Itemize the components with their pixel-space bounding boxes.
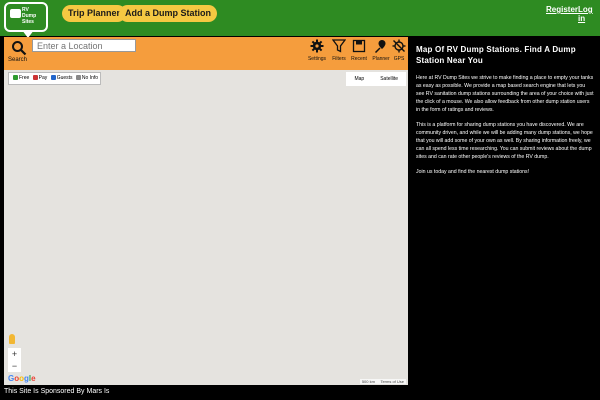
settings-tool[interactable]: Settings: [306, 39, 328, 67]
guests-marker-icon: [50, 75, 56, 81]
search-icon[interactable]: [11, 40, 27, 56]
gps-label: GPS: [393, 56, 405, 62]
info-panel: Map Of RV Dump Stations. Find A Dump Sta…: [416, 44, 594, 183]
funnel-icon: [332, 39, 346, 53]
map-type-satellite[interactable]: Satellite: [372, 72, 406, 86]
zoom-out-button[interactable]: −: [8, 360, 21, 372]
settings-label: Settings: [307, 56, 327, 62]
pay-marker-icon: [32, 75, 38, 81]
logo-text: RV Dump Sites: [22, 7, 37, 25]
filters-label: Filters: [332, 56, 346, 62]
street-view-pegman-icon[interactable]: [9, 334, 15, 344]
map-scale: 500 km: [361, 379, 375, 384]
gear-icon: [310, 39, 324, 53]
recent-label: Recent: [351, 56, 367, 62]
add-dump-station-button[interactable]: Add a Dump Station: [119, 5, 217, 22]
route-pin-icon: [374, 40, 386, 53]
zoom-in-button[interactable]: +: [8, 348, 21, 360]
filter-legend: Free Pay Guests No Info: [8, 72, 102, 85]
map-toolbar: Search Settings Filters Recent Planner: [4, 37, 408, 70]
filter-no-info[interactable]: No Info: [82, 75, 98, 81]
filter-pay[interactable]: Pay: [39, 75, 48, 81]
map-canvas[interactable]: Free Pay Guests No Info Map Satellite + …: [4, 70, 408, 385]
gps-tool[interactable]: GPS: [388, 39, 410, 67]
info-paragraph: This is a platform for sharing dump stat…: [416, 122, 593, 160]
info-paragraph: Here at RV Dump Sites we strive to make …: [416, 75, 594, 113]
info-paragraph: Join us today and find the nearest dump …: [416, 169, 530, 175]
map-type-map[interactable]: Map: [346, 72, 372, 86]
map-attribution: 500 km Terms of Use: [359, 379, 406, 384]
zoom-control: + −: [8, 348, 21, 372]
site-logo[interactable]: RV Dump Sites: [4, 2, 48, 38]
google-logo: Google: [8, 374, 36, 383]
save-icon: [352, 39, 366, 53]
gps-off-icon: [392, 39, 406, 53]
info-title: Map Of RV Dump Stations. Find A Dump Sta…: [416, 45, 576, 65]
register-link[interactable]: Register: [546, 5, 578, 14]
no-info-marker-icon: [75, 75, 81, 81]
map-type-control: Map Satellite: [346, 72, 406, 86]
filter-guests[interactable]: Guests: [57, 75, 73, 81]
recent-tool[interactable]: Recent: [348, 39, 370, 67]
search-label: Search: [8, 57, 28, 63]
top-navigation-bar: RV Dump Sites Trip Planner Add a Dump St…: [0, 0, 600, 38]
terms-link[interactable]: Terms of Use: [380, 379, 404, 384]
sponsor-text: This Site Is Sponsored By Mars Is: [4, 388, 110, 395]
rv-truck-icon: [10, 9, 21, 18]
filters-tool[interactable]: Filters: [328, 39, 350, 67]
free-marker-icon: [13, 75, 18, 81]
login-link[interactable]: Log in: [578, 5, 600, 23]
trip-planner-button[interactable]: Trip Planner: [62, 5, 127, 22]
filter-free[interactable]: Free: [19, 75, 29, 81]
location-search-input[interactable]: [32, 39, 136, 52]
